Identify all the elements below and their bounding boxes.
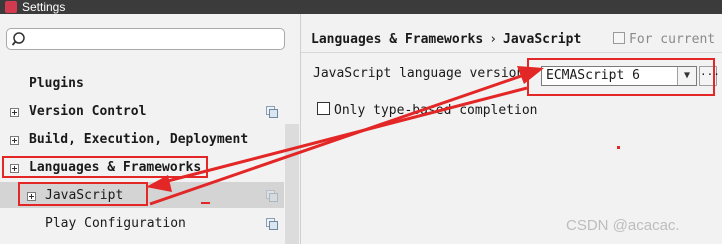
only-type-based-option[interactable]: Only type-based completion	[317, 102, 538, 118]
annotation-box-languages	[2, 156, 208, 178]
expand-icon[interactable]	[10, 136, 19, 145]
scope-label: For current	[629, 32, 716, 47]
tree-item-plugins[interactable]: Plugins	[0, 72, 299, 96]
settings-tree-pane: Plugins Version Control Build, Execution…	[0, 14, 299, 244]
search-input[interactable]	[31, 31, 285, 49]
tree-item-build-execution-deployment[interactable]: Build, Execution, Deployment	[0, 128, 299, 152]
annotation-box-version-select	[527, 58, 715, 96]
header-divider	[301, 52, 722, 53]
tree-item-play-configuration[interactable]: Play Configuration	[0, 212, 299, 236]
breadcrumb-separator: ›	[489, 32, 498, 47]
tree-scrollbar[interactable]	[285, 124, 299, 244]
tree-item-label: Build, Execution, Deployment	[29, 132, 249, 147]
project-scope-icon	[266, 190, 278, 202]
annotation-mark	[201, 202, 210, 204]
scope-indicator: For current	[613, 32, 715, 47]
tree-item-label: Version Control	[29, 104, 147, 119]
only-type-based-label: Only type-based completion	[334, 103, 538, 118]
project-scope-icon	[266, 218, 278, 230]
only-type-based-checkbox[interactable]	[317, 102, 330, 115]
project-scope-icon	[266, 106, 278, 118]
search-field[interactable]	[6, 28, 285, 50]
expand-icon[interactable]	[10, 108, 19, 117]
project-scope-icon	[613, 32, 625, 44]
tree-item-version-control[interactable]: Version Control	[0, 100, 299, 124]
tree-item-label: Plugins	[29, 76, 84, 91]
annotation-mark	[617, 146, 620, 149]
breadcrumb-parent[interactable]: Languages & Frameworks	[311, 32, 483, 47]
annotation-box-javascript	[18, 182, 148, 206]
title-bar: Settings	[0, 0, 722, 14]
watermark: CSDN @acacac.	[566, 217, 680, 234]
language-version-label: JavaScript language version	[313, 66, 525, 81]
settings-content-pane: Languages & Frameworks › JavaScript For cu…	[300, 14, 722, 244]
tree-item-label: Play Configuration	[45, 216, 186, 231]
window-title: Settings	[22, 0, 66, 14]
intellij-icon	[5, 1, 17, 13]
breadcrumb: Languages & Frameworks › JavaScript	[311, 32, 581, 47]
breadcrumb-current: JavaScript	[503, 32, 582, 47]
search-icon	[12, 32, 25, 46]
